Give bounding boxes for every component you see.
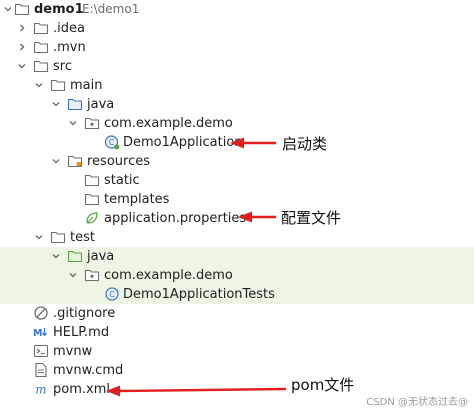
tree-row-templates[interactable]: templates — [0, 190, 474, 209]
folder-icon — [84, 191, 100, 207]
annotation-startup-class: 启动类 — [282, 135, 328, 153]
project-path: E:\demo1 — [82, 2, 140, 16]
arrow-icon — [106, 385, 287, 397]
tree-label-app-class: Demo1Application — [123, 135, 243, 150]
test-source-folder-icon — [67, 248, 83, 264]
terminal-file-icon — [33, 343, 49, 359]
chevron-down-icon[interactable] — [68, 270, 78, 280]
folder-icon — [33, 20, 49, 36]
folder-icon — [33, 58, 49, 74]
tree-row-resources[interactable]: resources — [0, 152, 474, 171]
tree-label-static: static — [104, 173, 140, 188]
tree-row-gitignore[interactable]: .gitignore — [0, 304, 474, 323]
file-icon — [33, 362, 49, 378]
tree-label-test-class: Demo1ApplicationTests — [123, 287, 275, 302]
folder-icon — [50, 229, 66, 245]
tree-label-mvn: .mvn — [53, 40, 86, 55]
tree-row-idea[interactable]: .idea — [0, 19, 474, 38]
tree-label-mvnw-cmd: mvnw.cmd — [53, 363, 124, 378]
tree-label-templates: templates — [104, 192, 170, 207]
chevron-down-icon[interactable] — [34, 80, 44, 90]
package-icon — [84, 267, 100, 283]
tree-label-resources: resources — [87, 154, 151, 169]
chevron-down-icon[interactable] — [68, 118, 78, 128]
folder-icon — [50, 77, 66, 93]
chevron-right-icon[interactable] — [17, 23, 27, 33]
tree-row-test-class[interactable]: C Demo1ApplicationTests — [0, 285, 474, 304]
tree-label-gitignore: .gitignore — [53, 306, 116, 321]
tree-row-src[interactable]: src — [0, 57, 474, 76]
svg-text:M: M — [33, 328, 42, 339]
chevron-down-icon[interactable] — [17, 61, 27, 71]
tree-label-main-java: java — [87, 97, 115, 112]
chevron-down-icon[interactable] — [51, 99, 61, 109]
chevron-down-icon[interactable] — [34, 232, 44, 242]
tree-row-test[interactable]: test — [0, 228, 474, 247]
ignore-file-icon — [33, 305, 49, 321]
tree-row-main[interactable]: main — [0, 76, 474, 95]
tree-row-main-java[interactable]: java — [0, 95, 474, 114]
tree-label-help: HELP.md — [53, 325, 110, 340]
tree-label-test-java: java — [87, 249, 115, 264]
resources-folder-icon — [67, 153, 83, 169]
annotation-pom-file: pom文件 — [291, 376, 355, 394]
spring-properties-icon — [84, 210, 100, 226]
tree-label-main-package: com.example.demo — [104, 116, 233, 131]
tree-row-test-package[interactable]: com.example.demo — [0, 266, 474, 285]
markdown-icon: M — [33, 324, 49, 340]
chevron-down-icon[interactable] — [3, 4, 13, 14]
package-icon — [84, 115, 100, 131]
watermark: CSDN @无状态过去@ — [366, 397, 468, 408]
spring-boot-class-icon: C — [104, 134, 120, 150]
chevron-down-icon[interactable] — [51, 156, 61, 166]
project-name: demo1 — [34, 2, 84, 17]
tree-row-demo1[interactable]: demo1 E:\demo1 — [0, 0, 474, 19]
maven-icon: m — [33, 381, 49, 397]
tree-row-mvnw-cmd[interactable]: mvnw.cmd — [0, 361, 474, 380]
tree-row-static[interactable]: static — [0, 171, 474, 190]
svg-text:m: m — [35, 383, 46, 397]
folder-icon — [14, 1, 30, 17]
svg-text:C: C — [109, 290, 115, 299]
tree-label-pom: pom.xml — [53, 382, 110, 397]
tree-row-help[interactable]: M HELP.md — [0, 323, 474, 342]
tree-label-test: test — [70, 230, 95, 245]
source-folder-icon — [67, 96, 83, 112]
tree-label-app-properties: application.properties — [104, 211, 247, 226]
annotation-config-file: 配置文件 — [281, 209, 342, 227]
tree-row-mvn[interactable]: .mvn — [0, 38, 474, 57]
arrow-icon — [238, 211, 276, 223]
arrow-icon — [230, 137, 276, 149]
folder-icon — [33, 39, 49, 55]
class-icon: C — [104, 286, 120, 302]
tree-label-test-package: com.example.demo — [104, 268, 233, 283]
chevron-right-icon[interactable] — [17, 42, 27, 52]
tree-row-mvnw[interactable]: mvnw — [0, 342, 474, 361]
tree-label-idea: .idea — [53, 21, 85, 36]
tree-label-src: src — [53, 59, 72, 74]
tree-label-mvnw: mvnw — [53, 344, 93, 359]
tree-row-main-package[interactable]: com.example.demo — [0, 114, 474, 133]
tree-label-main: main — [70, 78, 103, 93]
svg-text:C: C — [109, 138, 115, 147]
folder-icon — [84, 172, 100, 188]
tree-row-test-java[interactable]: java — [0, 247, 474, 266]
chevron-down-icon[interactable] — [51, 251, 61, 261]
